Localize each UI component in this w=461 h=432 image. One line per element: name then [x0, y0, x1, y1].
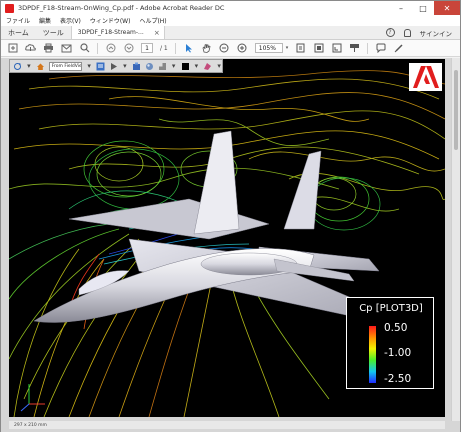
legend-min-value: -2.50 [384, 373, 412, 385]
page-total: / 1 [160, 44, 168, 52]
legend-color-bar [369, 326, 376, 383]
lighting-icon[interactable] [145, 62, 154, 71]
zoom-dropdown-icon[interactable]: ▾ [286, 45, 289, 51]
background-color-icon[interactable] [181, 62, 190, 71]
acrobat-window: 3DPDF_F18-Stream-OnWing_Cp.pdf - Adobe A… [0, 0, 461, 432]
minimize-button[interactable]: – [390, 1, 412, 15]
vertical-scrollbar[interactable] [451, 58, 460, 421]
home-view-icon[interactable] [36, 62, 45, 71]
page-size-status: 297 x 210 mm [9, 421, 445, 429]
full-screen-icon[interactable] [313, 43, 324, 54]
read-mode-icon[interactable] [349, 43, 360, 54]
views-list-icon[interactable] [96, 62, 105, 71]
select-cursor-icon[interactable] [183, 43, 194, 54]
page-up-icon[interactable] [105, 43, 116, 54]
menu-help[interactable]: ヘルプ(H) [139, 16, 166, 25]
current-page-input[interactable]: 1 [141, 43, 153, 53]
cloud-upload-icon[interactable] [25, 43, 36, 54]
dropdown-icon[interactable]: ▾ [26, 62, 32, 71]
zoom-in-icon[interactable] [237, 43, 248, 54]
maximize-button[interactable]: □ [412, 1, 434, 15]
tab-home[interactable]: ホーム [1, 26, 36, 39]
tab-tools[interactable]: ツール [36, 26, 71, 39]
create-pdf-icon[interactable] [7, 43, 18, 54]
tabs-bar: ホーム ツール 3DPDF_F18-Stream-... × ? サインイン [1, 26, 460, 40]
menu-file[interactable]: ファイル [6, 16, 30, 25]
tab-close-icon[interactable]: × [154, 29, 160, 37]
menu-edit[interactable]: 編集 [39, 16, 51, 25]
page-size-label: 297 x 210 mm [14, 422, 47, 428]
toolbar-separator [367, 42, 369, 54]
menu-view[interactable]: 表示(V) [60, 16, 81, 25]
legend-title: Cp [PLOT3D] [359, 303, 423, 314]
pen-sign-icon[interactable] [393, 43, 404, 54]
tab-document[interactable]: 3DPDF_F18-Stream-... × [70, 26, 165, 39]
help-icon[interactable]: ? [385, 28, 395, 37]
acrobat-app-icon [5, 3, 14, 13]
legend-max-value: 0.50 [384, 322, 408, 334]
notification-bell-icon[interactable] [403, 28, 411, 37]
toolbar-separator [97, 42, 98, 54]
menu-bar: ファイル 編集 表示(V) ウィンドウ(W) ヘルプ(H) [1, 15, 460, 26]
dropdown-icon[interactable]: ▾ [216, 62, 222, 71]
play-animation-icon[interactable] [109, 62, 118, 71]
cross-section-icon[interactable] [203, 62, 212, 71]
render-mode-icon[interactable] [158, 62, 167, 71]
zoom-out-icon[interactable] [219, 43, 230, 54]
cp-legend: Cp [PLOT3D] 0.50 -1.00 -2.50 [346, 297, 434, 389]
rotate-tool-icon[interactable] [13, 62, 22, 71]
zoom-level-select[interactable]: 105% [254, 43, 283, 53]
legend-mid-value: -1.00 [384, 347, 412, 359]
main-toolbar: 1 / 1 105% ▾ [1, 40, 460, 57]
close-button[interactable]: ✕ [434, 1, 460, 15]
window-controls: – □ ✕ [390, 1, 460, 15]
tabs-right-group: ? サインイン [385, 26, 461, 39]
dropdown-icon[interactable]: ▾ [171, 62, 177, 71]
3d-toolbar: ▾ From FieldView ▾ ▾ ▾ ▾ ▾ [9, 59, 223, 73]
window-title: 3DPDF_F18-Stream-OnWing_Cp.pdf - Adobe A… [18, 4, 225, 12]
toolbar-separator [174, 42, 176, 54]
dropdown-icon[interactable]: ▾ [122, 62, 128, 71]
print-icon[interactable] [43, 43, 54, 54]
fit-width-icon[interactable] [331, 43, 342, 54]
scrollbar-thumb[interactable] [454, 70, 458, 150]
adobe-logo [409, 63, 442, 91]
comment-icon[interactable] [375, 43, 386, 54]
page-down-icon[interactable] [123, 43, 134, 54]
dropdown-icon[interactable]: ▾ [194, 62, 200, 71]
signin-link[interactable]: サインイン [420, 28, 453, 38]
view-select[interactable]: From FieldView [48, 61, 83, 71]
email-icon[interactable] [61, 43, 72, 54]
menu-window[interactable]: ウィンドウ(W) [90, 16, 131, 25]
model-tree-icon[interactable] [132, 62, 141, 71]
view-dropdown-icon[interactable]: ▾ [86, 62, 92, 71]
tab-document-label: 3DPDF_F18-Stream-... [77, 29, 144, 36]
fit-page-icon[interactable] [295, 43, 306, 54]
title-bar: 3DPDF_F18-Stream-OnWing_Cp.pdf - Adobe A… [1, 1, 460, 15]
search-icon[interactable] [79, 43, 90, 54]
hand-tool-icon[interactable] [201, 43, 212, 54]
